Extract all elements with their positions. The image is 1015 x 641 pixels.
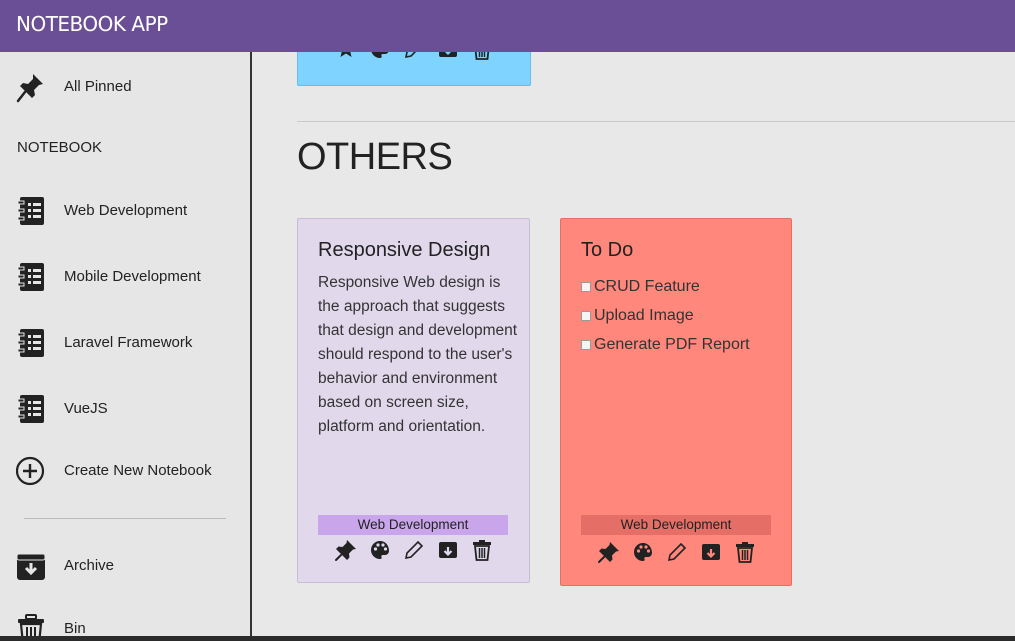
note-body: Responsive Web design is the approach th… [318,274,518,435]
sidebar-item-label: Archive [64,557,115,574]
archive-icon[interactable] [436,538,460,562]
app-bar: NOTEBOOK APP [0,0,1015,52]
sidebar-item-vuejs[interactable]: VueJS [0,384,250,434]
archive-icon [16,550,46,582]
note-card-to-do[interactable]: To Do CRUD Feature Upload Image Generate… [560,218,792,586]
create-new-notebook-button[interactable]: Create New Notebook [0,446,250,496]
note-title: To Do [581,239,634,261]
sidebar-item-archive[interactable]: Archive [0,541,250,591]
notebook-icon [16,327,46,359]
todo-item: CRUD Feature [581,272,750,301]
trash-icon[interactable] [470,52,494,61]
pencil-icon[interactable] [665,540,689,564]
sidebar-item-laravel-framework[interactable]: Laravel Framework [0,318,250,368]
note-toolbar [334,52,494,61]
sidebar-item-label: Bin [64,620,86,637]
todo-label: CRUD Feature [594,277,700,295]
sidebar-divider [24,518,226,519]
todo-item: Upload Image [581,301,750,330]
note-notebook-tag[interactable]: Web Development [318,515,508,535]
archive-icon[interactable] [436,52,460,61]
archive-icon[interactable] [699,540,723,564]
todo-checkbox[interactable] [581,339,591,350]
todo-label: Upload Image [594,306,694,324]
todo-label: Generate PDF Report [594,335,750,353]
pencil-icon[interactable] [402,52,426,61]
palette-icon[interactable] [368,52,392,61]
main-content: OTHERS Responsive Design Responsive Web … [252,52,1015,641]
sidebar-item-label: All Pinned [64,78,132,95]
note-notebook-tag[interactable]: Web Development [581,515,771,535]
sidebar-item-label: Mobile Development [64,268,201,285]
sidebar-item-label: VueJS [64,400,108,417]
todo-checkbox[interactable] [581,310,591,321]
sidebar-item-all-pinned[interactable]: All Pinned [0,62,250,112]
trash-icon[interactable] [470,538,494,562]
todo-list: CRUD Feature Upload Image Generate PDF R… [581,272,750,359]
section-divider [297,121,1015,122]
notebook-icon [16,261,46,293]
sidebar-item-mobile-development[interactable]: Mobile Development [0,252,250,302]
sidebar-item-web-development[interactable]: Web Development [0,186,250,236]
pin-icon [16,71,46,103]
sidebar-item-label: Web Development [64,202,188,219]
section-label-notebook: NOTEBOOK [17,139,103,156]
pinned-note-card[interactable] [297,52,531,86]
sidebar: All Pinned NOTEBOOK Web Development Mobi… [0,52,252,641]
plus-circle-icon [15,455,46,487]
bottom-edge [0,636,1015,641]
palette-icon[interactable] [631,540,655,564]
pin-icon[interactable] [597,540,621,564]
note-card-responsive-design[interactable]: Responsive Design Responsive Web design … [297,218,530,583]
todo-item: Generate PDF Report [581,330,750,359]
pin-icon[interactable] [334,52,358,61]
palette-icon[interactable] [368,538,392,562]
note-toolbar [334,538,494,562]
trash-icon[interactable] [733,540,757,564]
note-title: Responsive Design [318,239,491,261]
app-title: NOTEBOOK APP [16,12,168,36]
pin-icon[interactable] [334,538,358,562]
note-toolbar [597,540,757,564]
sidebar-item-label: Create New Notebook [64,462,212,479]
notebook-icon [16,393,46,425]
pencil-icon[interactable] [402,538,426,562]
sidebar-item-label: Laravel Framework [64,334,193,351]
others-heading: OTHERS [297,136,453,178]
notebook-icon [16,195,46,227]
todo-checkbox[interactable] [581,281,591,292]
